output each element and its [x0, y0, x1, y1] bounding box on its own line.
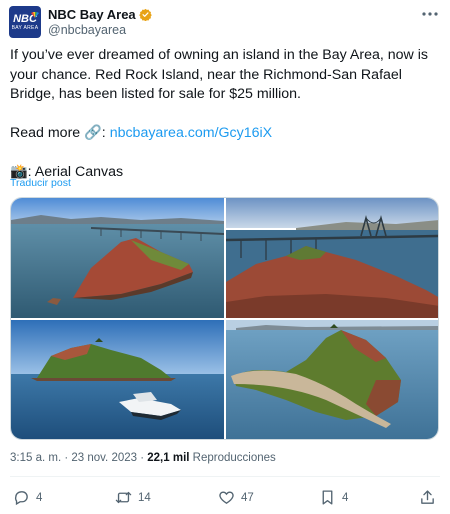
tweet: NBC BAY AREA NBC Bay Area @nbcbayarea If… [0, 0, 450, 514]
photo-island-bridge[interactable] [226, 198, 438, 318]
meta-separator: · [137, 452, 148, 464]
author-name[interactable]: NBC Bay Area [48, 7, 136, 22]
read-more-prefix: Read more [10, 125, 85, 141]
tweet-paragraph: If you’ve ever dreamed of owning an isla… [10, 47, 428, 102]
bookmark-icon [322, 490, 333, 505]
share-icon [421, 490, 434, 504]
bookmark-count: 4 [342, 491, 349, 504]
tweet-time[interactable]: 3:15 a. m. [10, 452, 61, 464]
views-label: Reproducciones [192, 452, 276, 464]
photo-credit-line: 📸: Aerial Canvas [10, 163, 442, 183]
link-emoji: 🔗 [84, 125, 102, 141]
repost-icon [115, 491, 132, 504]
tweet-text: If you’ve ever dreamed of owning an isla… [10, 46, 442, 202]
reply-button[interactable]: 4 [13, 489, 42, 506]
read-more-line: Read more 🔗: nbcbayarea.com/Gcy16iX [10, 125, 273, 141]
tweet-date[interactable]: 23 nov. 2023 [71, 452, 137, 464]
translate-post-link[interactable]: Traducir post [10, 177, 71, 189]
avatar[interactable]: NBC BAY AREA [9, 6, 41, 38]
author-name-row: NBC Bay Area [48, 7, 152, 22]
media-grid [10, 197, 439, 440]
photo-island-wide[interactable] [11, 198, 224, 318]
meta-separator: · [61, 452, 72, 464]
divider [10, 476, 440, 477]
photo-island-boat[interactable] [11, 320, 224, 439]
repost-count: 14 [138, 491, 151, 504]
article-link[interactable]: nbcbayarea.com/Gcy16iX [110, 125, 272, 141]
reply-icon [14, 491, 28, 506]
author-handle[interactable]: @nbcbayarea [48, 23, 126, 37]
verified-badge-icon [138, 8, 152, 21]
heart-icon [219, 491, 234, 504]
reply-count: 4 [36, 491, 43, 504]
more-options-icon[interactable] [422, 6, 438, 22]
avatar-logo-subtext: BAY AREA [11, 24, 39, 31]
share-button[interactable] [419, 489, 442, 506]
views-count: 22,1 mil [147, 452, 190, 464]
like-count: 47 [241, 491, 254, 504]
photo-island-beach[interactable] [226, 320, 438, 439]
tweet-meta: 3:15 a. m. · 23 nov. 2023 · 22,1 mil Rep… [10, 452, 276, 464]
repost-button[interactable]: 14 [115, 489, 151, 506]
like-button[interactable]: 47 [218, 489, 254, 506]
bookmark-button[interactable]: 4 [319, 489, 348, 506]
peacock-logo-icon [31, 12, 39, 18]
